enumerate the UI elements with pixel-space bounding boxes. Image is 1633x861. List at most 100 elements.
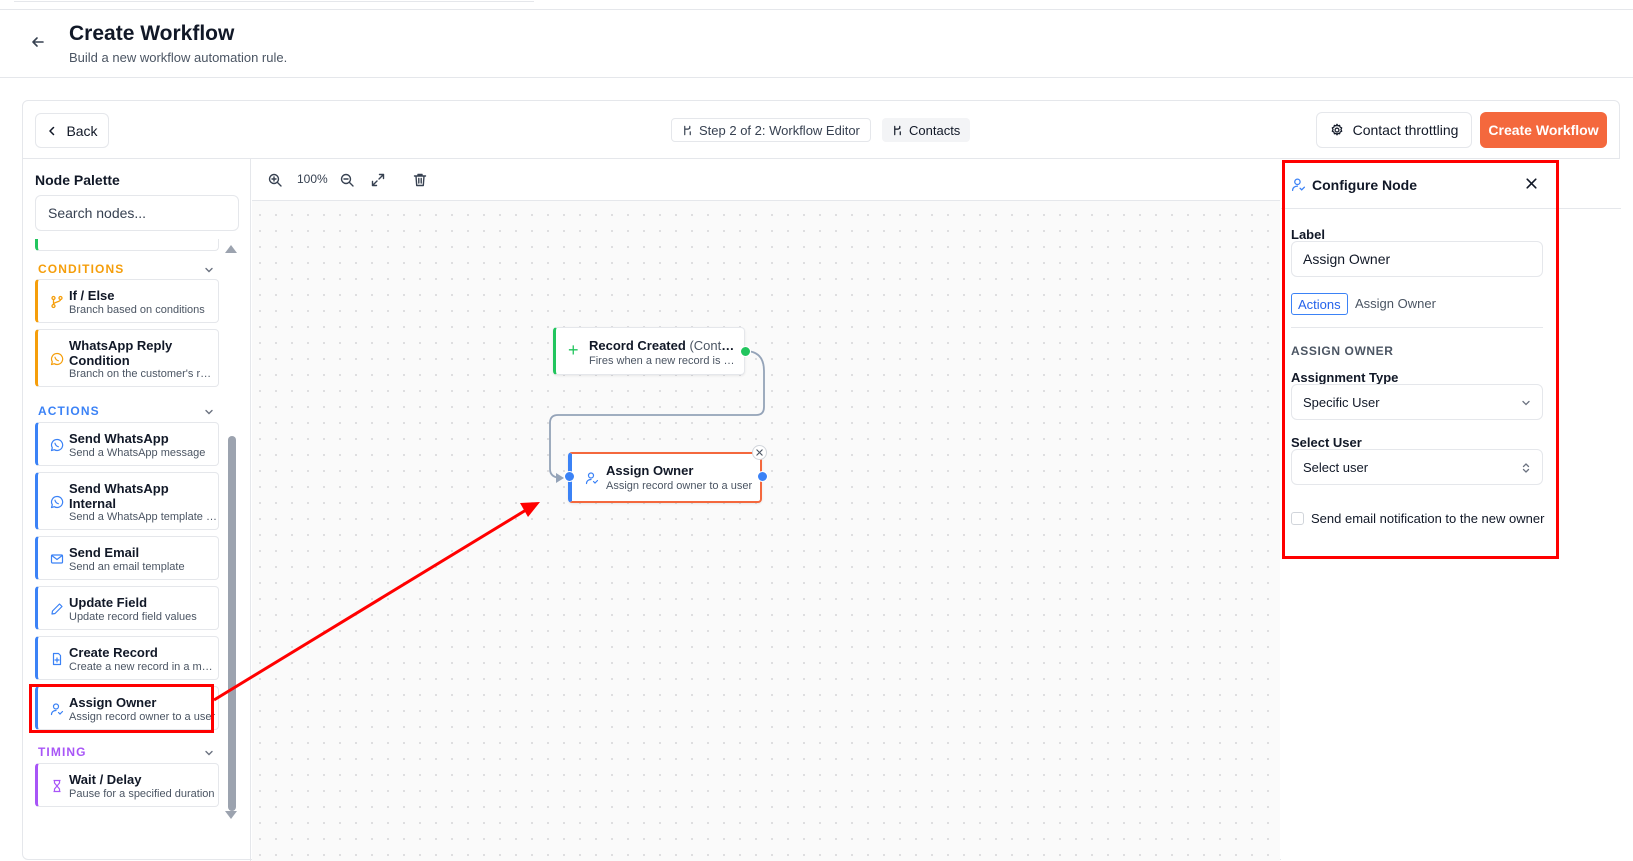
branch-icon (51, 295, 63, 309)
file-plus-icon (52, 652, 62, 666)
close-icon[interactable] (1524, 176, 1539, 191)
select-user-value: Select user (1303, 459, 1369, 475)
output-handle[interactable] (757, 471, 768, 482)
config-title: Configure Node (1312, 177, 1417, 193)
entity-badge: Contacts (882, 118, 971, 142)
step-indicator: Step 2 of 2: Workflow Editor (671, 118, 871, 142)
notify-owner-checkbox[interactable] (1291, 512, 1304, 525)
palette-item-desc: Send a WhatsApp template to a user (69, 511, 217, 523)
chevron-down-icon (1522, 400, 1530, 406)
workflow-icon (894, 125, 901, 135)
mail-icon (50, 554, 64, 564)
palette-item-desc: Create a new record in a module (69, 661, 217, 673)
divider (1291, 327, 1543, 328)
back-button[interactable]: Back (35, 113, 109, 148)
palette-item-trigger-partial[interactable] (35, 239, 219, 251)
palette-item-update-field[interactable]: Update Field Update record field values (35, 586, 219, 630)
chevron-down-icon[interactable] (203, 264, 215, 276)
palette-item-title: If / Else (69, 288, 115, 303)
notify-owner-label[interactable]: Send email notification to the new owner (1311, 511, 1544, 526)
palette-item-desc: Pause for a specified duration (69, 788, 215, 800)
palette-item-title: Update Field (69, 595, 148, 610)
palette-list: CONDITIONS If / Else Branch based on con… (23, 239, 250, 861)
page-title: Create Workflow (69, 22, 235, 45)
delete-node-button[interactable] (752, 445, 767, 460)
label-input[interactable] (1291, 241, 1543, 277)
back-arrow-icon[interactable] (28, 32, 48, 52)
pencil-icon (51, 603, 63, 615)
scroll-down-arrow[interactable] (225, 811, 237, 819)
plus-icon: + (568, 340, 579, 360)
palette-search-input[interactable] (35, 195, 239, 231)
output-handle[interactable] (740, 346, 751, 357)
palette-item-title: Create Record (69, 645, 158, 660)
trigger-title-suffix: (Contacts) (689, 338, 739, 353)
select-user-caption: Select User (1291, 435, 1362, 450)
assignment-type-select[interactable]: Specific User (1291, 384, 1543, 420)
palette-item-title: Send Email (69, 545, 140, 560)
palette-item-desc: Branch on the customer's reply (69, 368, 217, 380)
section-conditions[interactable]: CONDITIONS (38, 262, 124, 276)
palette-item-title: Send WhatsApp (69, 431, 169, 446)
contact-throttling-button[interactable]: Contact throttling (1316, 112, 1472, 148)
whatsapp-icon (50, 438, 64, 452)
chevron-down-icon[interactable] (203, 406, 215, 418)
input-handle[interactable] (564, 471, 575, 482)
create-workflow-button[interactable]: Create Workflow (1480, 112, 1607, 148)
contact-throttling-label: Contact throttling (1352, 122, 1459, 138)
page-header: Create Workflow Build a new workflow aut… (0, 10, 1633, 78)
chevron-left-icon (49, 126, 55, 135)
config-header: Configure Node (1281, 159, 1621, 209)
entity-label: Contacts (909, 122, 961, 138)
palette-item-send-whatsapp[interactable]: Send WhatsApp Send a WhatsApp message (35, 422, 219, 466)
trigger-node-title: Record Created (Contacts) (589, 338, 739, 353)
scroll-up-arrow[interactable] (225, 245, 237, 253)
palette-item-send-email[interactable]: Send Email Send an email template (35, 536, 219, 580)
palette-item-title: Assign Owner (69, 695, 157, 710)
user-check-icon (1291, 178, 1306, 192)
palette-item-send-whatsapp-internal[interactable]: Send WhatsApp Internal Send a WhatsApp t… (35, 472, 219, 530)
assign-node-title: Assign Owner (606, 463, 694, 478)
trigger-node-desc: Fires when a new record is created (589, 355, 739, 367)
trigger-node[interactable]: + Record Created (Contacts) Fires when a… (553, 327, 751, 375)
user-check-icon (50, 703, 64, 716)
close-icon (756, 449, 763, 456)
chevron-down-icon[interactable] (203, 747, 215, 759)
chevrons-up-down-icon (1522, 463, 1530, 473)
node-palette: Node Palette CONDITIONS If / Else Branch… (23, 159, 251, 861)
palette-item-desc: Assign record owner to a user (69, 711, 216, 723)
whatsapp-icon (50, 495, 64, 509)
top-strip (0, 0, 1633, 10)
user-check-icon (585, 472, 599, 485)
palette-scrollbar[interactable] (228, 436, 236, 811)
select-user-dropdown[interactable]: Select user (1291, 449, 1543, 485)
palette-item-if-else[interactable]: If / Else Branch based on conditions (35, 279, 219, 323)
connection-edge[interactable] (252, 159, 1280, 861)
assign-owner-section-title: ASSIGN OWNER (1291, 344, 1394, 358)
category-tag: Actions (1291, 293, 1348, 315)
page-subtitle: Build a new workflow automation rule. (69, 50, 288, 65)
node-type-text: Assign Owner (1355, 296, 1436, 311)
workflow-icon (684, 125, 691, 135)
back-button-label: Back (66, 122, 98, 139)
assign-node-desc: Assign record owner to a user (606, 480, 753, 492)
label-caption: Label (1291, 227, 1325, 242)
palette-item-desc: Branch based on conditions (69, 304, 205, 316)
palette-item-title: Wait / Delay (69, 772, 142, 787)
editor-toolbar: Back Step 2 of 2: Workflow Editor Contac… (23, 101, 1619, 159)
assignment-type-value: Specific User (1303, 394, 1380, 410)
palette-item-wait-delay[interactable]: Wait / Delay Pause for a specified durat… (35, 763, 219, 807)
hourglass-icon (53, 779, 61, 793)
workflow-canvas[interactable]: 100% + Record Created (Contacts) Fires w… (252, 159, 1280, 861)
gear-icon (1331, 123, 1342, 136)
palette-item-whatsapp-reply[interactable]: WhatsApp Reply Condition Branch on the c… (35, 329, 219, 387)
palette-item-create-record[interactable]: Create Record Create a new record in a m… (35, 636, 219, 680)
section-timing[interactable]: TIMING (38, 745, 87, 759)
configure-node-panel: Configure Node Label Actions Assign Owne… (1281, 159, 1621, 861)
palette-title: Node Palette (35, 172, 120, 188)
assign-owner-node[interactable]: Assign Owner Assign record owner to a us… (564, 445, 768, 503)
palette-item-desc: Send a WhatsApp message (69, 447, 206, 459)
trigger-title-text: Record Created (589, 338, 686, 353)
section-actions[interactable]: ACTIONS (38, 404, 100, 418)
palette-item-assign-owner[interactable]: Assign Owner Assign record owner to a us… (35, 686, 219, 730)
